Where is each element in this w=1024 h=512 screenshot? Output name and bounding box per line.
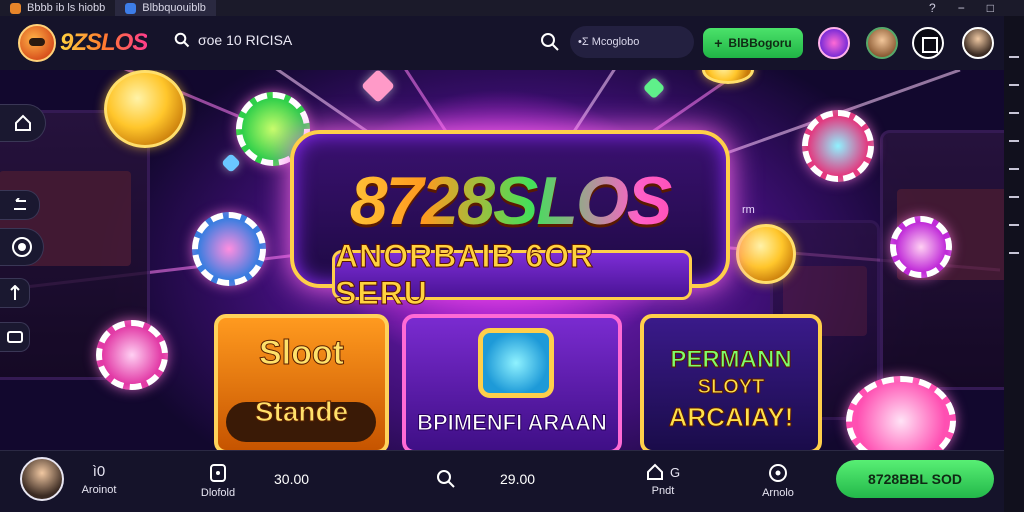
small-label: rm: [742, 204, 755, 216]
rail-mark: [1009, 84, 1019, 86]
blue-chip: [192, 212, 266, 286]
search-left-label: σοe 10 RICISA: [198, 32, 293, 48]
rail-mark: [1009, 252, 1019, 254]
maximize-button[interactable]: □: [987, 0, 994, 16]
card-1-subtitle: Stande: [254, 396, 349, 428]
account-value: ì0: [92, 463, 106, 480]
game-card-permann[interactable]: PERMANN SLOYT ARCAIAY!: [640, 314, 822, 450]
account-item[interactable]: ì0 Aroinot: [76, 463, 122, 496]
minimize-button[interactable]: −: [958, 0, 965, 16]
rail-mark: [1009, 224, 1019, 226]
gem-icon[interactable]: [818, 27, 850, 59]
home-button[interactable]: [0, 104, 46, 142]
rail-mark: [1009, 196, 1019, 198]
home-item[interactable]: G Pndt: [640, 463, 686, 497]
bottom-bar: ì0 Aroinot Dlofold 30.00 29.00 G Pndt Ar…: [0, 450, 1004, 512]
home-icon: [646, 463, 663, 480]
play-now-button[interactable]: 8728BBL SOD: [836, 460, 994, 498]
rail-mark: [1009, 112, 1019, 114]
plus-icon: +: [714, 35, 723, 51]
hero-banner[interactable]: 8728SLOS rm ANORBAIB 6OR SERU Sloot Stan…: [0, 70, 1004, 450]
record-button[interactable]: [0, 228, 44, 266]
account-label: Aroinot: [81, 484, 117, 496]
mascot-logo-icon: [18, 24, 56, 62]
mascot-icon[interactable]: [866, 27, 898, 59]
pink-chip: [802, 110, 874, 182]
wallet-button[interactable]: [0, 322, 30, 352]
rail-mark: [1009, 140, 1019, 142]
game-card-gem[interactable]: BPIMENFI ARAAN: [402, 314, 622, 450]
rail-mark: [1009, 56, 1019, 58]
tab-1-label: Bbbb ib ls hiobb: [27, 2, 106, 14]
stop-icon[interactable]: [912, 27, 944, 59]
logo-text: 9ZSLOS: [60, 29, 148, 56]
card-3-line-3: ARCAIAY!: [668, 402, 794, 433]
folder-item[interactable]: Dlofold: [196, 463, 240, 499]
search-field[interactable]: •Σ Mcoglobo: [541, 26, 694, 58]
top-header: 9ZSLOS σοe 10 RICISA •Σ Mcoglobo + BlBBo…: [0, 16, 1004, 70]
wallet-icon: [6, 331, 23, 343]
home-icon: [14, 114, 31, 131]
search-icon[interactable]: [436, 469, 456, 489]
rail-mark: [1009, 168, 1019, 170]
promo-button-label: BlBBogoru: [728, 36, 792, 50]
window-tab-strip: Bbbb ib ls hiobb Blbbquouiblb ? − □: [0, 0, 1024, 16]
card-1-title: Sloot: [259, 334, 345, 373]
info-label: Arnolo: [762, 487, 794, 499]
search-icon: [174, 32, 190, 48]
sort-button[interactable]: [0, 278, 30, 308]
home-label: Pndt: [651, 485, 675, 497]
play-now-label: 8728BBL SOD: [868, 471, 962, 487]
info-icon: [769, 464, 787, 482]
gold-coin: [736, 224, 796, 284]
home-value: G: [669, 464, 681, 480]
back-arrow-icon: [13, 198, 26, 210]
card-3-line-2: SLOYT: [697, 376, 765, 399]
balance-value: 30.00: [274, 471, 310, 487]
search-placeholder: •Σ Mcoglobo: [578, 36, 640, 48]
search-icon: [541, 33, 559, 51]
sort-icon: [9, 285, 20, 300]
game-card-sloot[interactable]: Sloot Stande: [214, 314, 389, 450]
gold-coin: [104, 70, 186, 148]
tab-1[interactable]: Bbbb ib ls hiobb: [0, 0, 115, 16]
player-avatar[interactable]: [20, 457, 64, 501]
diamond-icon: [478, 328, 554, 398]
record-icon: [11, 237, 32, 257]
window-controls: ? − □: [929, 0, 1020, 16]
app-window: Bbbb ib ls hiobb Blbbquouiblb ? − □ 9ZSL…: [0, 0, 1024, 512]
help-button[interactable]: ?: [929, 0, 936, 16]
pink-chip: [96, 320, 168, 390]
search-link[interactable]: σοe 10 RICISA: [174, 32, 292, 48]
back-button[interactable]: [0, 190, 40, 220]
subtitle-ribbon: ANORBAIB 6OR SERU: [332, 238, 692, 312]
card-3-line-1: PERMANN: [670, 346, 792, 374]
info-item[interactable]: Arnolo: [756, 463, 800, 499]
user-avatar[interactable]: [962, 27, 994, 59]
purple-chip: [890, 216, 952, 278]
folder-label: Dlofold: [200, 487, 236, 499]
promo-button[interactable]: + BlBBogoru: [703, 28, 803, 58]
tab-2-label: Blbbquouiblb: [142, 2, 206, 14]
hero-title: 8728SLOS: [294, 162, 726, 240]
orange-app-icon: [10, 2, 21, 14]
bet-value: 29.00: [500, 471, 536, 487]
site-logo[interactable]: 9ZSLOS: [18, 24, 148, 62]
tab-2[interactable]: Blbbquouiblb: [115, 0, 216, 16]
card-2-title: BPIMENFI ARAAN: [417, 410, 608, 436]
blue-app-icon: [125, 2, 137, 14]
square-icon: [210, 464, 226, 482]
right-scroll-rail[interactable]: [1004, 16, 1024, 512]
hero-subtitle: ANORBAIB 6OR SERU: [335, 238, 595, 312]
